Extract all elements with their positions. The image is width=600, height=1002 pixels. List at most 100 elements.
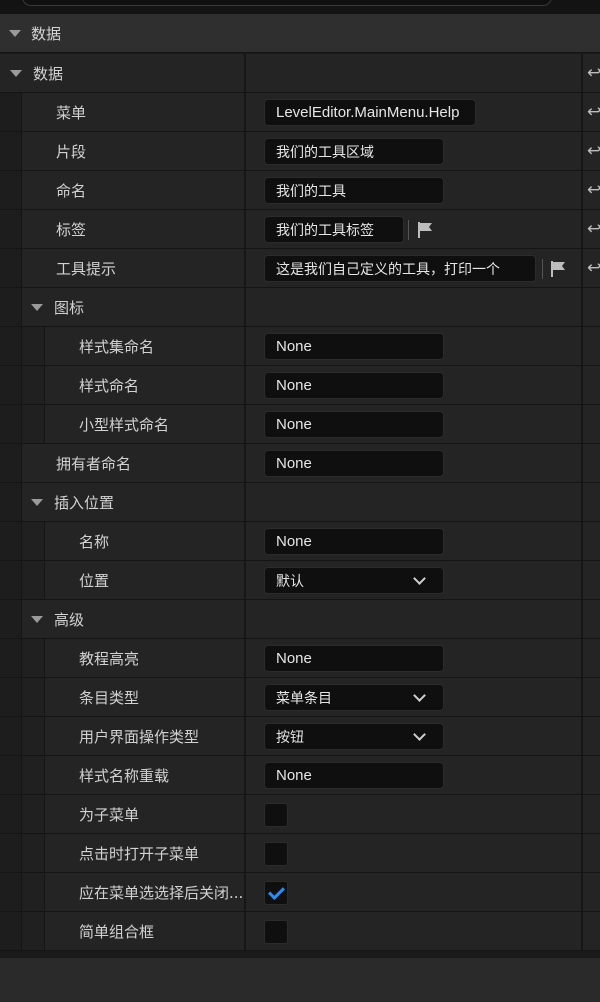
- row-nest: [22, 327, 45, 365]
- reset-arrow-icon[interactable]: ↩: [587, 142, 600, 160]
- group-name: 图标: [31, 288, 84, 326]
- column-divider[interactable]: [244, 132, 246, 170]
- is-submenu-checkbox[interactable]: [264, 803, 288, 827]
- flag-icon[interactable]: [549, 260, 567, 278]
- triangle-down-icon: [31, 303, 43, 311]
- column-divider[interactable]: [244, 795, 246, 833]
- tooltip-input[interactable]: 这是我们自己定义的工具，打印一个: [264, 255, 536, 282]
- property-row-tag: 标签 我们的工具标签 ↩: [0, 210, 600, 249]
- column-divider[interactable]: [244, 561, 246, 599]
- column-divider-right: [581, 483, 583, 521]
- row-nest: [22, 795, 45, 833]
- insert-name-input[interactable]: None: [264, 528, 444, 555]
- row-nest: [22, 678, 45, 716]
- property-row-entry-type: 条目类型 菜单条目: [0, 678, 600, 717]
- column-divider[interactable]: [244, 288, 246, 326]
- column-divider[interactable]: [244, 54, 246, 92]
- style-set-name-input[interactable]: None: [264, 333, 444, 360]
- row-gutter: [0, 249, 22, 287]
- property-row-menu: 菜单 LevelEditor.MainMenu.Help ↩: [0, 93, 600, 132]
- style-name-input[interactable]: None: [264, 372, 444, 399]
- column-divider-right: [581, 561, 583, 599]
- row-nest: [22, 756, 45, 794]
- reset-arrow-icon[interactable]: ↩: [587, 220, 600, 238]
- property-row-insert-name: 名称 None: [0, 522, 600, 561]
- column-divider-right: [581, 912, 583, 950]
- simple-combo-box-checkbox[interactable]: [264, 920, 288, 944]
- row-gutter: [0, 132, 22, 170]
- row-gutter: [0, 327, 22, 365]
- tutorial-highlight-input[interactable]: None: [264, 645, 444, 672]
- small-style-name-input[interactable]: None: [264, 411, 444, 438]
- reset-arrow-icon[interactable]: ↩: [587, 259, 600, 277]
- group-header-advanced[interactable]: 高级: [0, 600, 600, 639]
- reset-arrow-icon[interactable]: ↩: [587, 181, 600, 199]
- column-divider[interactable]: [244, 327, 246, 365]
- column-divider[interactable]: [244, 834, 246, 872]
- column-divider[interactable]: [244, 639, 246, 677]
- property-label: 样式命名: [79, 376, 140, 395]
- property-label: 工具提示: [56, 259, 117, 278]
- group-header-insert-position[interactable]: 插入位置: [0, 483, 600, 522]
- reset-arrow-icon[interactable]: ↩: [587, 64, 600, 82]
- triangle-down-icon: [9, 29, 21, 37]
- category-header-data[interactable]: 数据: [0, 14, 600, 53]
- name-input[interactable]: 我们的工具: [264, 177, 444, 204]
- column-divider[interactable]: [244, 600, 246, 638]
- column-divider[interactable]: [244, 444, 246, 482]
- column-divider-right: [581, 795, 583, 833]
- insert-position-dropdown[interactable]: 默认: [264, 567, 444, 594]
- column-divider[interactable]: [244, 483, 246, 521]
- reset-arrow-icon[interactable]: ↩: [587, 103, 600, 121]
- column-divider-right: [581, 132, 583, 170]
- menu-input[interactable]: LevelEditor.MainMenu.Help: [264, 99, 476, 126]
- row-gutter: [0, 210, 22, 248]
- row-gutter: [0, 405, 22, 443]
- column-divider-right: [581, 756, 583, 794]
- property-row-is-submenu: 为子菜单: [0, 795, 600, 834]
- column-divider[interactable]: [244, 717, 246, 755]
- group-header-data[interactable]: 数据 ↩: [0, 54, 600, 93]
- row-gutter: [0, 483, 22, 521]
- dropdown-value: 默认: [276, 573, 304, 590]
- open-submenu-on-click-checkbox[interactable]: [264, 842, 288, 866]
- column-divider[interactable]: [244, 522, 246, 560]
- row-gutter: [0, 717, 22, 755]
- section-input[interactable]: 我们的工具区域: [264, 138, 444, 165]
- group-header-icon[interactable]: 图标: [0, 288, 600, 327]
- row-nest: [22, 912, 45, 950]
- column-divider[interactable]: [244, 171, 246, 209]
- column-divider[interactable]: [244, 912, 246, 950]
- column-divider[interactable]: [244, 873, 246, 911]
- search-bar[interactable]: [22, 0, 552, 6]
- group-name: 数据: [10, 54, 63, 92]
- flag-icon[interactable]: [416, 221, 434, 239]
- property-label: 位置: [79, 571, 110, 590]
- column-divider[interactable]: [244, 249, 246, 287]
- column-divider[interactable]: [244, 678, 246, 716]
- property-label: 点击时打开子菜单: [79, 844, 200, 863]
- chevron-down-icon: [413, 688, 426, 702]
- column-divider[interactable]: [244, 405, 246, 443]
- property-label: 标签: [56, 220, 87, 239]
- close-after-selection-checkbox[interactable]: [264, 881, 288, 905]
- category-title: 数据: [31, 24, 62, 43]
- property-label: 应在菜单选选择后关闭...: [79, 883, 244, 902]
- entry-type-dropdown[interactable]: 菜单条目: [264, 684, 444, 711]
- row-nest: [22, 717, 45, 755]
- property-label: 小型样式命名: [79, 415, 170, 434]
- property-label: 名称: [79, 532, 110, 551]
- property-label: 用户界面操作类型: [79, 727, 200, 746]
- row-gutter: [0, 600, 22, 638]
- column-divider[interactable]: [244, 93, 246, 131]
- column-divider-right: [581, 210, 583, 248]
- owner-name-input[interactable]: None: [264, 450, 444, 477]
- column-divider[interactable]: [244, 756, 246, 794]
- column-divider[interactable]: [244, 210, 246, 248]
- column-divider-right: [581, 93, 583, 131]
- tag-input[interactable]: 我们的工具标签: [264, 216, 404, 243]
- style-name-override-input[interactable]: None: [264, 762, 444, 789]
- dropdown-value: 菜单条目: [276, 690, 332, 707]
- ui-action-type-dropdown[interactable]: 按钮: [264, 723, 444, 750]
- column-divider[interactable]: [244, 366, 246, 404]
